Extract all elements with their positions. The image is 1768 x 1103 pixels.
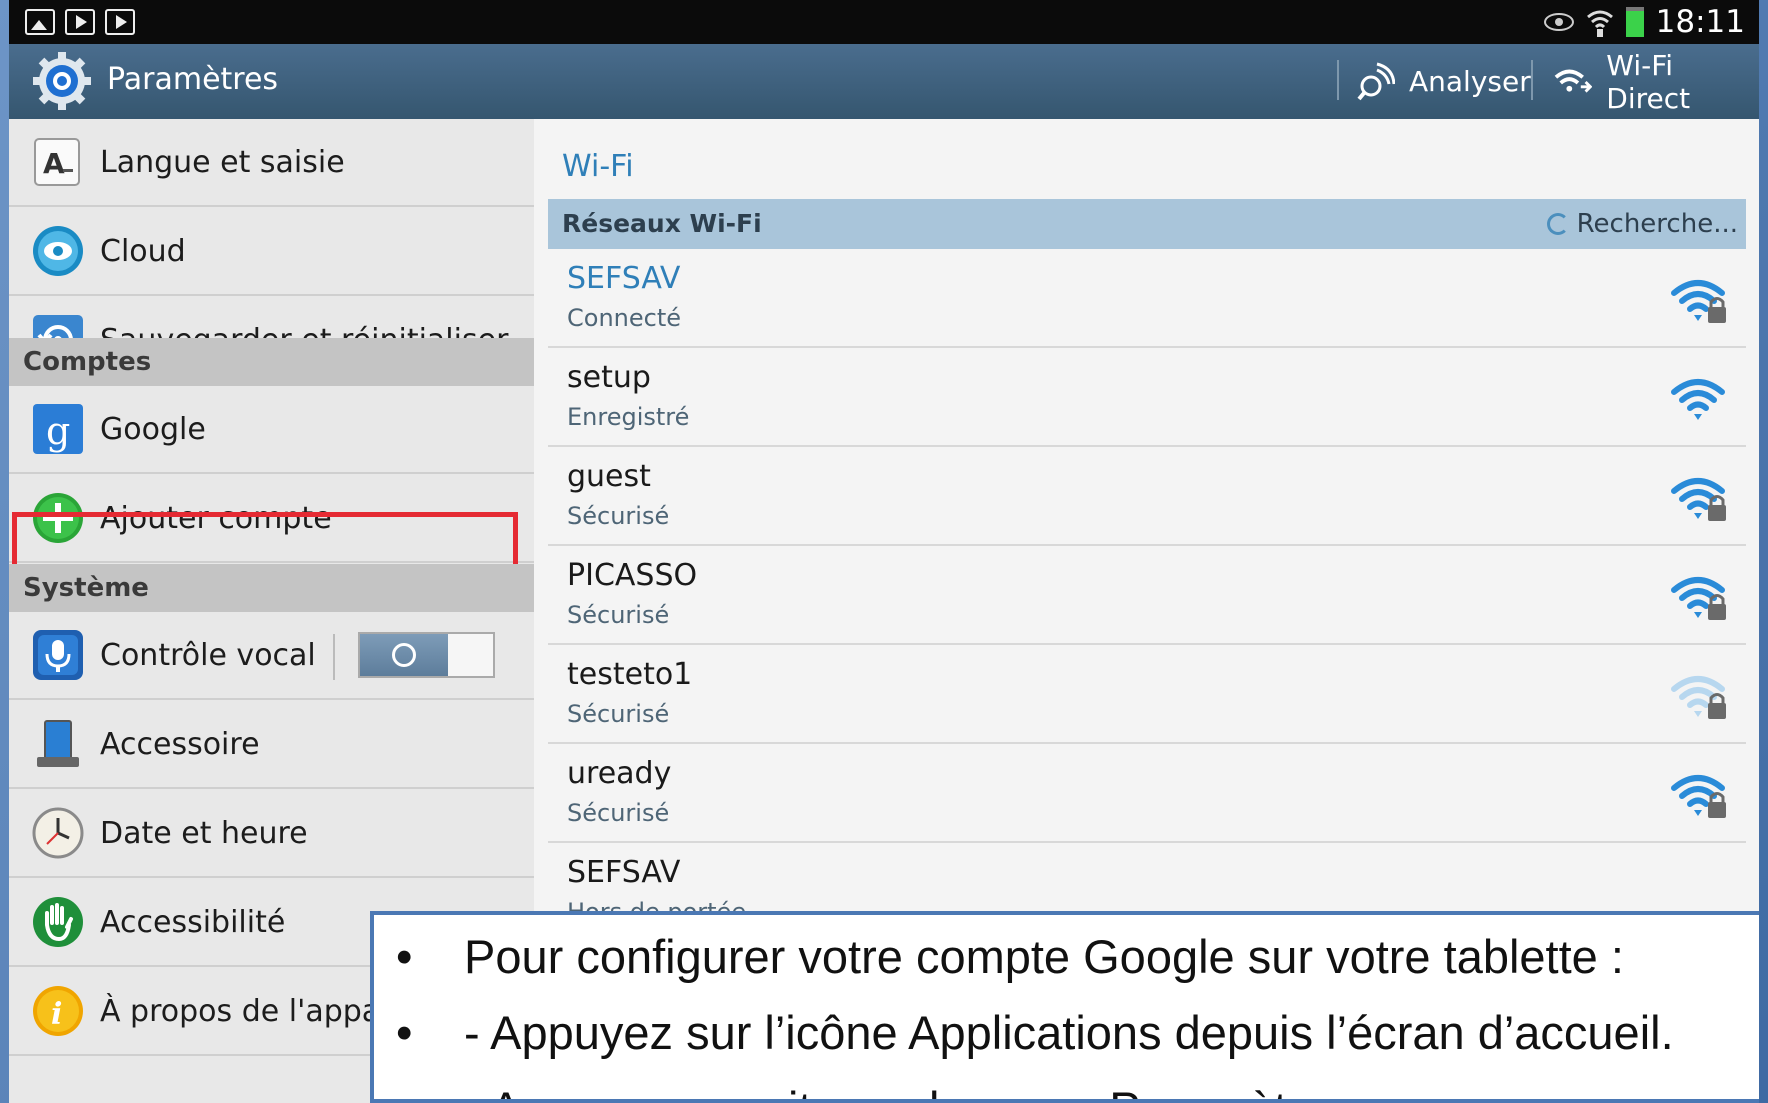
bullet: • bbox=[396, 930, 413, 983]
action-bar: Paramètres Analyser Wi-Fi Direct bbox=[9, 44, 1759, 119]
info-icon: i bbox=[33, 986, 83, 1036]
wifi-network-row[interactable]: SEFSAV Connecté bbox=[548, 249, 1746, 348]
google-icon: g bbox=[33, 404, 83, 454]
wifi-direct-button[interactable]: Wi-Fi Direct bbox=[1554, 44, 1759, 119]
accessibility-icon bbox=[33, 897, 83, 947]
searching-label: Recherche... bbox=[1576, 209, 1738, 239]
svg-text:g: g bbox=[46, 409, 70, 453]
menu-item-label: Cloud bbox=[100, 233, 186, 269]
wifi-network-row[interactable]: guest Sécurisé bbox=[548, 447, 1746, 546]
instruction-box: • Pour configurer votre compte Google su… bbox=[370, 911, 1759, 1103]
menu-item-language[interactable]: A Langue et saisie bbox=[9, 119, 534, 207]
menu-item-label: Accessibilité bbox=[100, 904, 286, 940]
wifi-secured-icon bbox=[1671, 676, 1726, 719]
play-icon bbox=[105, 9, 135, 35]
video-icon bbox=[65, 9, 95, 35]
action-separator bbox=[1531, 60, 1533, 100]
wifi-status: Sécurisé bbox=[567, 700, 670, 728]
toggle-knob bbox=[360, 634, 448, 676]
wifi-ssid: setup bbox=[567, 360, 651, 395]
wifi-title: Wi-Fi bbox=[562, 149, 634, 184]
wifi-direct-label: Wi-Fi Direct bbox=[1606, 48, 1691, 115]
image-icon bbox=[25, 9, 55, 35]
menu-item-google[interactable]: g Google bbox=[9, 386, 534, 474]
status-time: 18:11 bbox=[1655, 4, 1745, 40]
instruction-text: - Appuyez ensuite sur le menu Paramètres bbox=[464, 1081, 1352, 1099]
cloud-icon bbox=[33, 226, 83, 276]
wifi-icon bbox=[1671, 379, 1725, 420]
wifi-network-row[interactable]: uready Sécurisé bbox=[548, 744, 1746, 843]
scan-button[interactable]: Analyser bbox=[1357, 44, 1531, 119]
action-separator bbox=[1337, 60, 1339, 100]
wifi-networks-label: Réseaux Wi-Fi bbox=[562, 209, 762, 238]
battery-icon bbox=[1625, 7, 1644, 37]
wifi-network-row[interactable]: testeto1 Sécurisé bbox=[548, 645, 1746, 744]
scan-label: Analyser bbox=[1409, 65, 1531, 98]
voice-control-toggle[interactable] bbox=[358, 632, 495, 678]
menu-item-label: Google bbox=[100, 411, 206, 447]
wifi-ssid: PICASSO bbox=[567, 558, 698, 593]
wifi-status: Connecté bbox=[567, 304, 681, 332]
settings-gear-icon[interactable] bbox=[31, 50, 93, 112]
svg-text:A: A bbox=[43, 147, 65, 180]
menu-item-label: Langue et saisie bbox=[100, 144, 345, 180]
svg-text:i: i bbox=[51, 997, 62, 1032]
bullet: • bbox=[396, 1006, 413, 1059]
menu-item-label: À propos de l'appa bbox=[100, 993, 381, 1029]
wifi-secured-icon bbox=[1671, 775, 1726, 818]
toggle-separator bbox=[333, 634, 335, 680]
menu-item-label: Accessoire bbox=[100, 726, 260, 762]
wifi-status: Sécurisé bbox=[567, 502, 670, 530]
scan-icon bbox=[1357, 62, 1395, 100]
wifi-direct-icon bbox=[1554, 69, 1593, 93]
wifi-secured-icon bbox=[1671, 478, 1726, 521]
tablet-screen: 18:11 Paramètres Analyser Wi-Fi Direct A… bbox=[9, 0, 1759, 1103]
wifi-network-row[interactable]: setup Enregistré bbox=[548, 348, 1746, 447]
accessory-icon bbox=[37, 720, 79, 767]
wifi-secured-icon bbox=[1671, 577, 1726, 620]
wifi-networks-header: Réseaux Wi-Fi Recherche... bbox=[548, 199, 1746, 249]
language-icon: A bbox=[34, 138, 80, 186]
instruction-text: Pour configurer votre compte Google sur … bbox=[464, 930, 1624, 983]
wifi-status: Sécurisé bbox=[567, 601, 670, 629]
wifi-status: Sécurisé bbox=[567, 799, 670, 827]
page-title: Paramètres bbox=[107, 62, 279, 97]
menu-item-label: Contrôle vocal bbox=[100, 637, 316, 673]
searching-indicator: Recherche... bbox=[1546, 199, 1738, 249]
spinner-icon bbox=[1546, 213, 1569, 235]
wifi-network-row[interactable]: PICASSO Sécurisé bbox=[548, 546, 1746, 645]
wifi-secured-icon bbox=[1671, 280, 1726, 323]
menu-item-voice-control[interactable]: Contrôle vocal bbox=[9, 612, 534, 700]
instruction-text: - Appuyez sur l’icône Applications depui… bbox=[464, 1006, 1674, 1059]
menu-item-date-time[interactable]: Date et heure bbox=[9, 790, 534, 878]
wifi-status: Enregistré bbox=[567, 403, 690, 431]
section-header-accounts: Comptes bbox=[9, 338, 534, 386]
wifi-ssid: SEFSAV bbox=[567, 261, 681, 296]
wifi-signal-icon bbox=[1586, 10, 1613, 37]
wifi-ssid: uready bbox=[567, 756, 672, 791]
menu-item-accessory[interactable]: Accessoire bbox=[9, 701, 534, 789]
wifi-ssid: guest bbox=[567, 459, 651, 494]
smart-stay-eye-icon bbox=[1543, 13, 1574, 31]
menu-item-cloud[interactable]: Cloud bbox=[9, 208, 534, 296]
wifi-ssid: testeto1 bbox=[567, 657, 693, 692]
voice-control-icon bbox=[33, 630, 83, 680]
menu-item-label: Date et heure bbox=[100, 815, 308, 851]
clock-icon bbox=[32, 807, 84, 859]
status-bar: 18:11 bbox=[9, 0, 1759, 44]
section-header-system: Système bbox=[9, 564, 534, 612]
wifi-ssid: SEFSAV bbox=[567, 855, 681, 890]
